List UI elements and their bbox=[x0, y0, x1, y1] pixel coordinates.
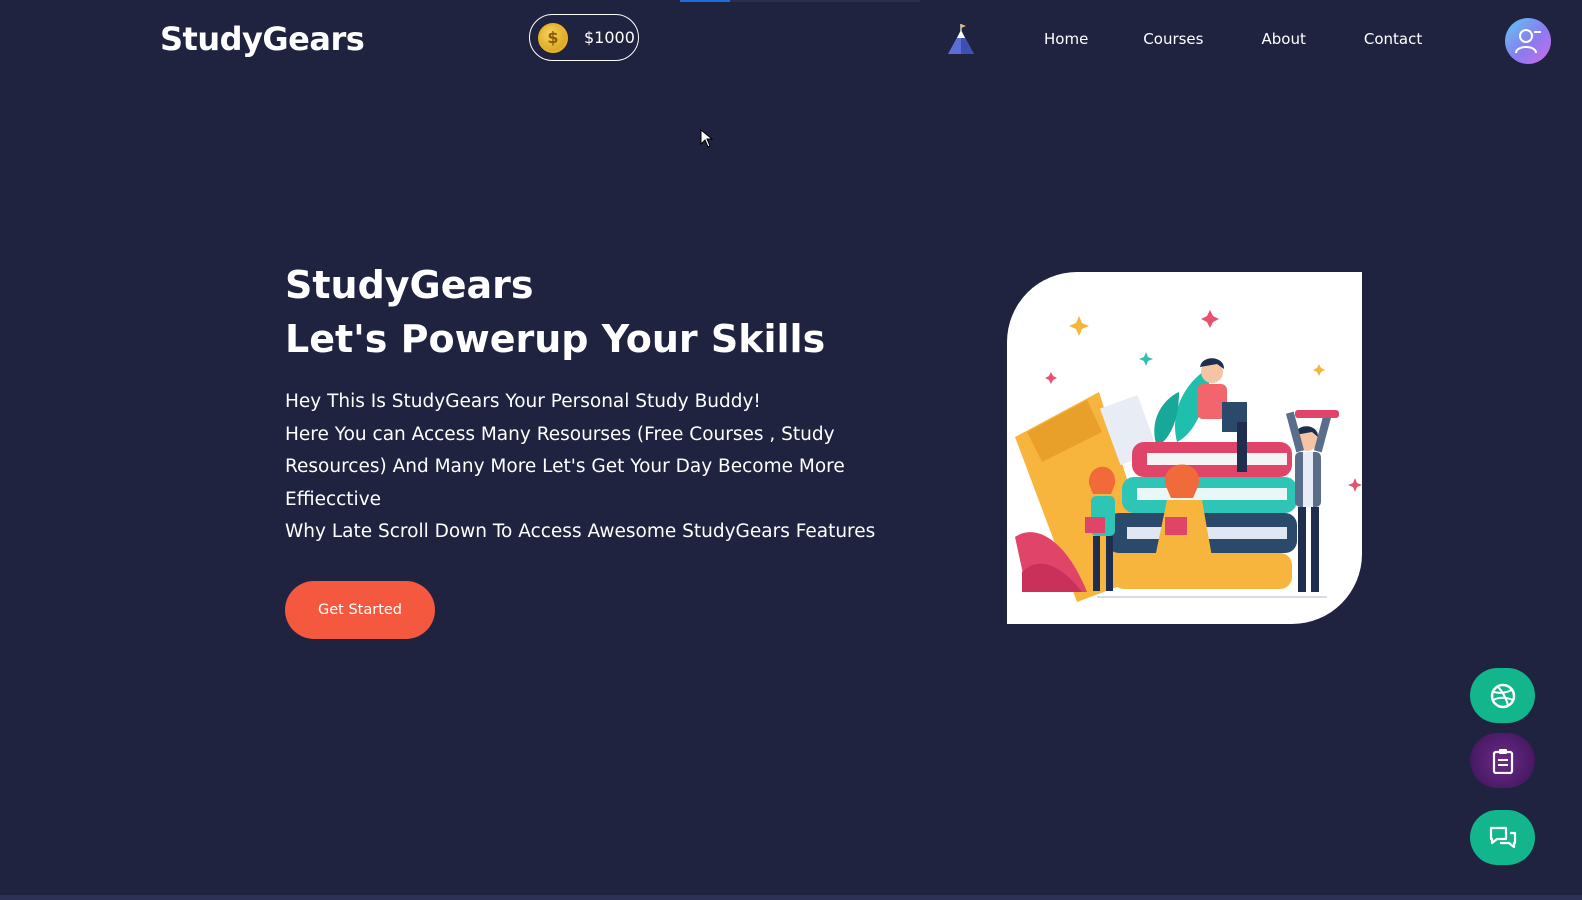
mountain-flag-icon[interactable] bbox=[945, 22, 977, 56]
mouse-cursor-icon bbox=[700, 129, 714, 148]
dribbble-fab-button[interactable] bbox=[1470, 668, 1535, 723]
dribbble-icon bbox=[1490, 683, 1515, 708]
hero-line-3: Why Late Scroll Down To Access Awesome S… bbox=[285, 521, 876, 542]
hero-title: StudyGears bbox=[285, 263, 534, 307]
nav-about-link[interactable]: About bbox=[1261, 30, 1305, 48]
wallet-amount: $1000 bbox=[584, 28, 635, 47]
hero-subtitle: Let's Powerup Your Skills bbox=[285, 317, 826, 361]
user-avatar-button[interactable] bbox=[1505, 18, 1551, 64]
user-remove-icon bbox=[1515, 29, 1541, 54]
top-navbar: StudyGears $ $1000 Home Courses About Co… bbox=[0, 0, 1582, 80]
nav-contact-link[interactable]: Contact bbox=[1364, 30, 1422, 48]
wallet-balance[interactable]: $ $1000 bbox=[529, 14, 639, 61]
clipboard-fab-button[interactable] bbox=[1470, 733, 1535, 788]
chat-icon bbox=[1489, 826, 1516, 848]
page-bottom-border bbox=[0, 895, 1582, 900]
clipboard-icon bbox=[1492, 748, 1513, 774]
main-nav: Home Courses About Contact bbox=[1044, 30, 1480, 48]
hero-line-2: Here You can Access Many Resourses (Free… bbox=[285, 423, 845, 510]
students-books-illustration bbox=[1007, 272, 1362, 624]
hero-line-1: Hey This Is StudyGears Your Personal Stu… bbox=[285, 391, 761, 412]
hero-description: Hey This Is StudyGears Your Personal Stu… bbox=[285, 386, 925, 549]
nav-courses-link[interactable]: Courses bbox=[1143, 30, 1203, 48]
brand-logo[interactable]: StudyGears bbox=[160, 20, 365, 58]
get-started-button[interactable]: Get Started bbox=[285, 581, 435, 639]
hero-section: StudyGears Let's Powerup Your Skills Hey… bbox=[285, 258, 925, 549]
nav-home-link[interactable]: Home bbox=[1044, 30, 1088, 48]
coin-icon: $ bbox=[538, 22, 568, 53]
chat-fab-button[interactable] bbox=[1470, 810, 1535, 865]
